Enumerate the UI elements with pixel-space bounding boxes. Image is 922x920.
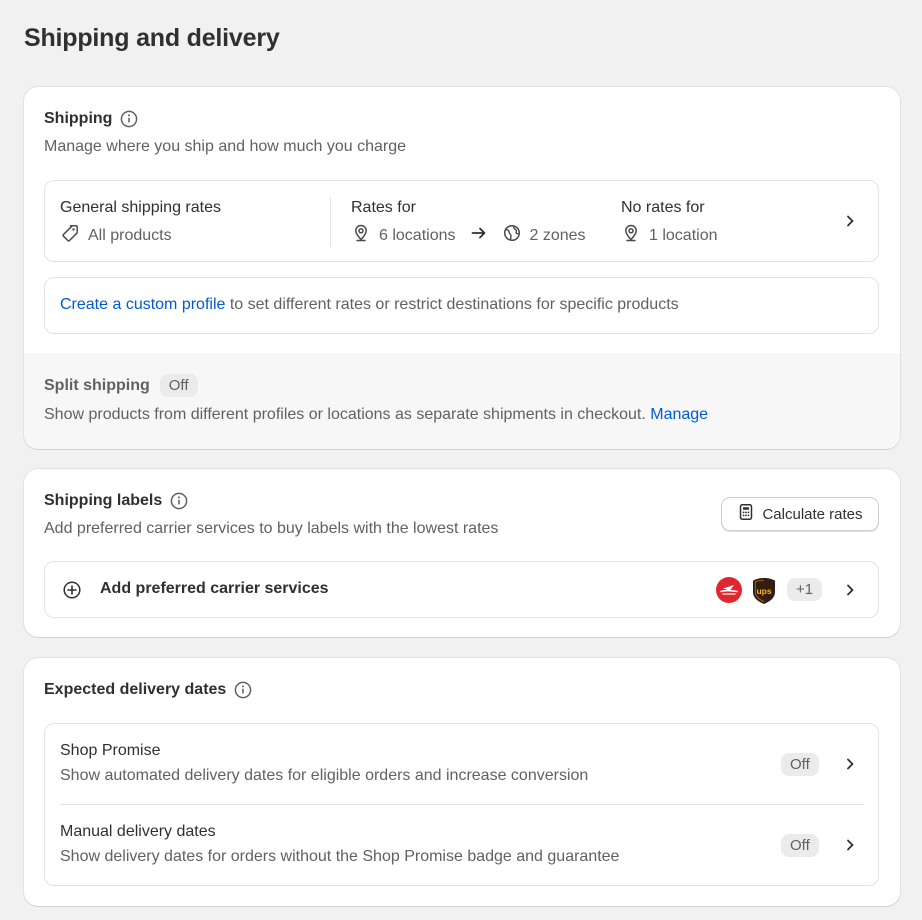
custom-profile-text: to set different rates or restrict desti… [225, 296, 679, 313]
shipping-header: Shipping [44, 110, 138, 128]
plus-circle-icon [62, 580, 82, 605]
shipping-labels-card: Shipping labels Add preferred carrier se… [24, 469, 900, 637]
info-icon[interactable] [234, 681, 252, 699]
arrow-right-icon [470, 224, 488, 247]
shipping-labels-subtitle: Add preferred carrier services to buy la… [44, 520, 499, 537]
calculator-icon [737, 503, 755, 525]
calculate-rates-button[interactable]: Calculate rates [721, 497, 879, 531]
status-badge: Off [781, 834, 819, 857]
ups-icon: ups [751, 577, 777, 604]
create-custom-profile-link[interactable]: Create a custom profile [60, 296, 225, 313]
expected-delivery-card: Expected delivery dates Shop Promise Sho… [24, 658, 900, 906]
calculate-rates-label: Calculate rates [762, 505, 863, 523]
shipping-labels-title: Shipping labels [44, 492, 163, 509]
manual-delivery-title: Manual delivery dates [60, 823, 216, 840]
shop-promise-title: Shop Promise [60, 742, 161, 759]
shipping-card: Shipping Manage where you ship and how m… [24, 87, 900, 449]
general-shipping-rates-row[interactable]: General shipping rates All products Rate… [44, 180, 879, 262]
locations-count: 6 locations [379, 226, 456, 244]
info-icon[interactable] [170, 492, 188, 510]
no-rate-locations-count: 1 location [649, 226, 718, 244]
products-scope: All products [88, 226, 172, 244]
shop-promise-description: Show automated delivery dates for eligib… [60, 767, 589, 784]
zones-count: 2 zones [529, 226, 586, 244]
shipping-title: Shipping [44, 110, 113, 127]
more-carriers-badge: +1 [787, 578, 823, 601]
chevron-right-icon[interactable] [842, 582, 858, 598]
divider [60, 804, 864, 805]
chevron-right-icon[interactable] [842, 213, 858, 229]
shipping-labels-header: Shipping labels [44, 492, 188, 510]
expected-delivery-header: Expected delivery dates [44, 681, 252, 699]
split-shipping-description: Show products from different profiles or… [44, 406, 651, 423]
add-carrier-services-row[interactable]: Add preferred carrier services ups +1 [44, 561, 879, 618]
manual-delivery-description: Show delivery dates for orders without t… [60, 848, 620, 865]
chevron-right-icon[interactable] [842, 837, 858, 853]
chevron-right-icon[interactable] [842, 756, 858, 772]
delivery-options-list: Shop Promise Show automated delivery dat… [44, 723, 879, 886]
location-pin-icon [351, 223, 371, 248]
divider [330, 197, 331, 247]
status-badge: Off [159, 374, 198, 397]
no-rates-for-label: No rates for [621, 199, 705, 216]
info-icon[interactable] [120, 110, 138, 128]
custom-profile-row: Create a custom profile to set different… [44, 277, 879, 334]
manage-link[interactable]: Manage [650, 406, 708, 423]
canada-post-icon [716, 577, 742, 603]
status-badge: Off [781, 753, 819, 776]
tag-icon [60, 223, 80, 248]
general-rates-label: General shipping rates [60, 199, 221, 216]
globe-icon [502, 223, 522, 248]
expected-delivery-title: Expected delivery dates [44, 681, 227, 698]
rates-for-label: Rates for [351, 199, 416, 216]
location-pin-icon [621, 223, 641, 248]
add-carrier-services-label: Add preferred carrier services [100, 580, 329, 597]
page-title: Shipping and delivery [24, 24, 280, 52]
split-shipping-title: Split shipping [44, 376, 150, 394]
split-shipping-section: Split shipping Off Show products from di… [24, 353, 900, 449]
shipping-subtitle: Manage where you ship and how much you c… [44, 138, 406, 155]
svg-text:ups: ups [756, 586, 771, 596]
